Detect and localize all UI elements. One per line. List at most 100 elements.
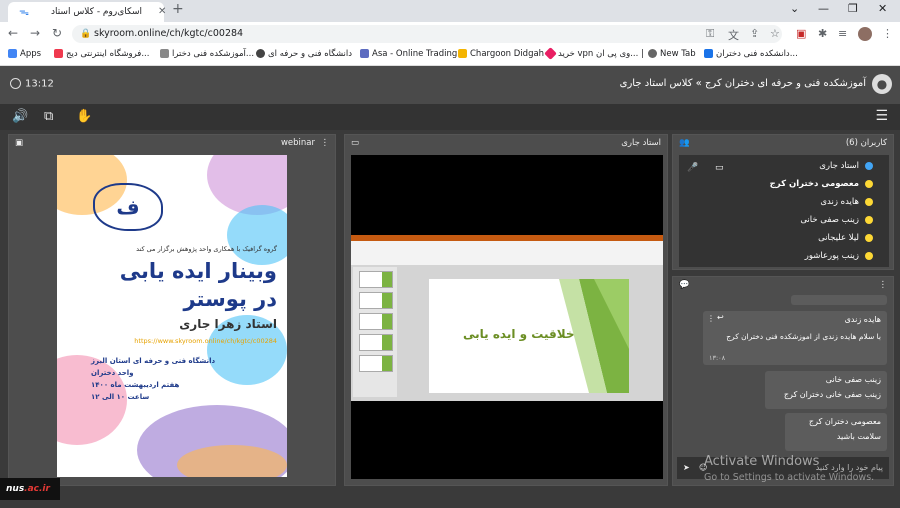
chat-message: معصومی دختران کرج سلامت باشید [785,413,887,451]
globe-icon [648,49,657,58]
chat-icon: 💬 [679,280,690,290]
bookmark-college[interactable]: آموزشکده فنی دخترا... [160,49,254,59]
session-clock: 13:12 [10,78,54,90]
slide-thumbnail [359,334,393,351]
bookmark-vpn[interactable]: خرید vpn وی پی ان... | [544,47,644,60]
forward-icon[interactable]: → [30,26,40,40]
reload-icon[interactable]: ↻ [52,26,62,40]
account-icon[interactable]: ● [872,74,892,94]
nus-logo: nus.ac.ir [0,478,60,500]
user-item[interactable]: هایده زندی [820,197,873,207]
microphone-icon[interactable]: 🎤 [687,163,698,173]
user-list: 🎤 ▭ استاد جاری معصومی دختران کرج هایده ز… [679,155,889,267]
poster-date: هفتم اردیبهشت ماه ۱۴۰۰ [91,381,180,389]
chat-input-placeholder: پیام خود را وارد کنید [815,463,883,472]
app-header: 13:12 آموزشکده فنی و حرفه ای دختران کرج … [0,66,900,104]
paint-splash [227,205,287,265]
session-time: 13:12 [25,78,54,90]
paint-splash [207,155,287,215]
diamond-icon [544,47,557,60]
minimize-icon[interactable]: — [818,2,829,15]
panel-menu-icon[interactable]: ⋮ [321,135,330,151]
poster-time: ساعت ۱۰ الی ۱۲ [91,393,150,401]
chat-menu-icon[interactable]: ⋮ [879,277,888,293]
close-tab-icon[interactable]: ✕ [158,2,166,22]
ppt-slide-thumbnails [353,267,397,397]
activate-windows-watermark: Activate Windows [704,454,820,469]
user-icon [865,251,873,260]
ppt-current-slide: خلاقیت و ایده یابی [429,279,629,393]
raise-hand-icon[interactable]: ✋ [76,109,92,124]
webinar-poster: ف گروه گرافیک با همکاری واحد پژوهش برگزا… [57,155,287,477]
skyroom-favicon-icon: ᯓ [19,7,29,18]
asa-icon [360,49,369,58]
message-sender: هایده زندی [844,315,881,324]
webinar-panel-header: ▣ webinar ⋮ [9,135,335,151]
speaker-icon[interactable]: 🔊 [12,109,28,124]
panel-window-icon[interactable]: ▣ [15,135,23,151]
room-toolbar: 🔊 ⧉ ✋ ☰ [0,104,900,130]
new-tab-button[interactable]: + [172,1,184,17]
paint-splash [177,445,287,477]
bookmark-faculty[interactable]: دانشکده فنی دختران... [704,49,798,59]
users-panel: 👥 کاربران (6) 🎤 ▭ استاد جاری معصومی دختر… [672,134,894,270]
class-title: آموزشکده فنی و حرفه ای دختران کرج » کلاس… [619,78,866,89]
message-menu-icon[interactable]: ⋮ [707,314,715,323]
bookmark-digikala[interactable]: فروشگاه اینترنتی دیج... [54,49,149,59]
key-icon[interactable]: ⚿ [706,27,714,41]
bookmark-star-icon[interactable]: ☆ [770,27,780,40]
browser-tab[interactable]: ᯓ اسکای‌روم - کلاس استاد جاری ✕ [8,2,166,37]
page-icon [160,49,169,58]
restore-icon[interactable]: ❐ [848,2,858,15]
close-window-icon[interactable]: ✕ [878,2,887,15]
poster-intro: گروه گرافیک با همکاری واحد پژوهش برگزار … [136,245,277,253]
bookmark-tvu[interactable]: دانشگاه فنی و حرفه ای [256,49,352,59]
screen-panel-header: ▭ استاد جاری [345,135,667,151]
back-icon[interactable]: ← [8,26,18,40]
send-icon[interactable]: ➤ [683,457,690,479]
user-item[interactable]: زینب پورعاشور [805,251,873,261]
bookmarks-bar: Apps فروشگاه اینترنتی دیج... آموزشکده فن… [0,46,900,66]
message-text: سلامت باشید [836,432,881,441]
screen-panel-title: استاد جاری [621,138,661,148]
media-icon[interactable]: ≡ [838,27,847,40]
tab-search-icon[interactable]: ⌄ [790,2,799,15]
slide-title: خلاقیت و ایده یابی [463,327,575,341]
user-item[interactable]: زینب صفی خانی [800,215,873,225]
logo-main: nus [6,484,25,494]
webinar-panel: ▣ webinar ⋮ ف گروه گرافیک با همکاری واحد… [8,134,336,486]
lock-icon: 🔒 [80,29,92,39]
slide-thumbnail [359,313,393,330]
share-icon[interactable]: ⇪ [750,27,759,40]
message-sender: معصومی دختران کرج [808,417,881,426]
monitor-icon: ▭ [351,138,360,148]
bookmark-chargoon[interactable]: Chargoon Didgah [458,49,544,59]
logo-suffix: .ac.ir [24,484,50,494]
chargoon-icon [458,49,467,58]
media-player-icon[interactable]: ⧉ [44,109,53,124]
skyroom-icon [704,49,713,58]
user-item[interactable]: لیلا علیجانی [818,233,873,243]
hamburger-menu-icon[interactable]: ☰ [875,108,888,124]
address-bar-row: ← → ↻ 🔒 skyroom.online/ch/kgtc/c00284 ⚿ … [0,22,900,46]
screen-share-panel: ▭ استاد جاری خلاقیت و ایده یابی [344,134,668,486]
bookmark-asa[interactable]: Asa - Online Trading [360,49,457,59]
message-sender: زینب صفی خانی [825,375,881,384]
extensions-icon[interactable]: ✱ [818,27,827,40]
user-item[interactable]: استاد جاری [819,161,873,171]
url-text: skyroom.online/ch/kgtc/c00284 [94,28,244,39]
user-item[interactable]: معصومی دختران کرج [770,179,873,189]
reply-icon[interactable]: ↩ [717,313,724,322]
pdf-extension-icon[interactable]: ▣ [796,27,806,40]
url-input[interactable]: 🔒 skyroom.online/ch/kgtc/c00284 [72,25,782,43]
browser-menu-icon[interactable]: ⋮ [882,27,893,40]
powerpoint-window: خلاقیت و ایده یابی [351,235,663,401]
profile-avatar[interactable] [858,27,872,41]
poster-org-line2: واحد دختران [91,369,134,377]
user-icon [865,161,873,170]
bookmark-new-tab[interactable]: New Tab [648,49,696,59]
browser-tab-bar: ᯓ اسکای‌روم - کلاس استاد جاری ✕ + ⌄ — ❐ … [0,0,900,37]
bookmark-apps[interactable]: Apps [8,49,41,59]
translate-icon[interactable]: 文 [728,27,739,43]
screen-share-icon[interactable]: ▭ [715,163,724,173]
